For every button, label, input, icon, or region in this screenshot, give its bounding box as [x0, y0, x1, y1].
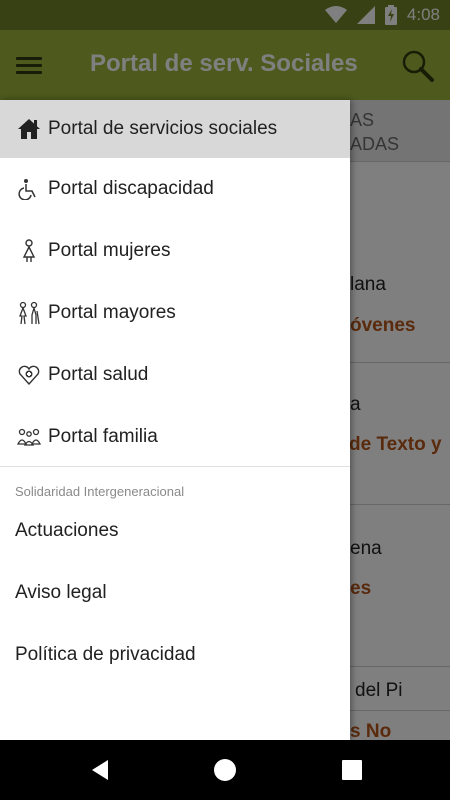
- drawer-link-aviso-legal[interactable]: Aviso legal: [15, 582, 107, 604]
- drawer-link-actuaciones[interactable]: Actuaciones: [15, 520, 119, 542]
- drawer-item-label: Portal mayores: [48, 302, 176, 323]
- woman-icon: [16, 238, 42, 264]
- drawer-divider: [0, 466, 350, 467]
- drawer-item-label: Portal familia: [48, 426, 158, 447]
- section-header: Solidaridad Intergeneracional: [15, 484, 185, 499]
- navigation-drawer: Portal de servicios sociales Portal disc…: [0, 100, 350, 740]
- health-heart-icon: [16, 362, 42, 388]
- wheelchair-icon: [16, 176, 42, 202]
- drawer-item-familia[interactable]: Portal familia: [0, 408, 350, 466]
- drawer-item-label: Portal mujeres: [48, 240, 171, 261]
- recents-square-icon[interactable]: [340, 758, 364, 782]
- drawer-link-politica-privacidad[interactable]: Política de privacidad: [15, 644, 196, 666]
- drawer-item-discapacidad[interactable]: Portal discapacidad: [0, 160, 350, 218]
- home-icon: [16, 116, 42, 142]
- drawer-item-salud[interactable]: Portal salud: [0, 346, 350, 404]
- drawer-item-label: Portal salud: [48, 364, 149, 385]
- back-triangle-icon[interactable]: [88, 758, 112, 782]
- drawer-item-servicios-sociales[interactable]: Portal de servicios sociales: [0, 100, 350, 158]
- drawer-item-label: Portal discapacidad: [48, 178, 214, 199]
- drawer-item-mujeres[interactable]: Portal mujeres: [0, 222, 350, 280]
- home-circle-icon[interactable]: [213, 758, 237, 782]
- elderly-icon: [16, 300, 42, 326]
- drawer-item-label: Portal de servicios sociales: [48, 118, 278, 139]
- drawer-item-mayores[interactable]: Portal mayores: [0, 284, 350, 342]
- family-icon: [16, 424, 42, 450]
- system-navigation-bar: [0, 740, 450, 800]
